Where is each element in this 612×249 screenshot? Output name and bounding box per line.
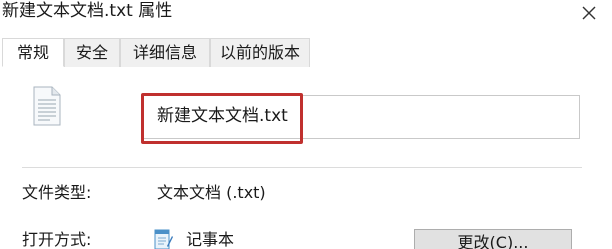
opens-with-value: 记事本: [186, 230, 235, 249]
notepad-icon: [154, 229, 173, 249]
window-title: 新建文本文档.txt 属性: [2, 1, 173, 21]
properties-window: 新建文本文档.txt 属性 常规 安全 详细信息 以前的版本 新建文本文档.tx…: [0, 0, 612, 249]
tab-details[interactable]: 详细信息: [120, 38, 210, 67]
close-button[interactable]: [572, 0, 606, 26]
file-name-value: 新建文本文档.txt: [157, 106, 288, 126]
close-icon: [582, 6, 596, 20]
text-document-icon: [33, 86, 61, 126]
tab-security[interactable]: 安全: [64, 38, 120, 67]
section-divider: [22, 167, 582, 168]
change-button[interactable]: 更改(C)...: [414, 229, 572, 249]
file-type-label: 文件类型:: [22, 183, 92, 202]
tab-general[interactable]: 常规: [2, 38, 64, 67]
opens-with-label: 打开方式:: [22, 230, 92, 249]
title-bar: 新建文本文档.txt 属性: [0, 0, 612, 30]
tab-previous-versions[interactable]: 以前的版本: [210, 38, 310, 67]
file-type-value: 文本文档 (.txt): [157, 183, 266, 202]
